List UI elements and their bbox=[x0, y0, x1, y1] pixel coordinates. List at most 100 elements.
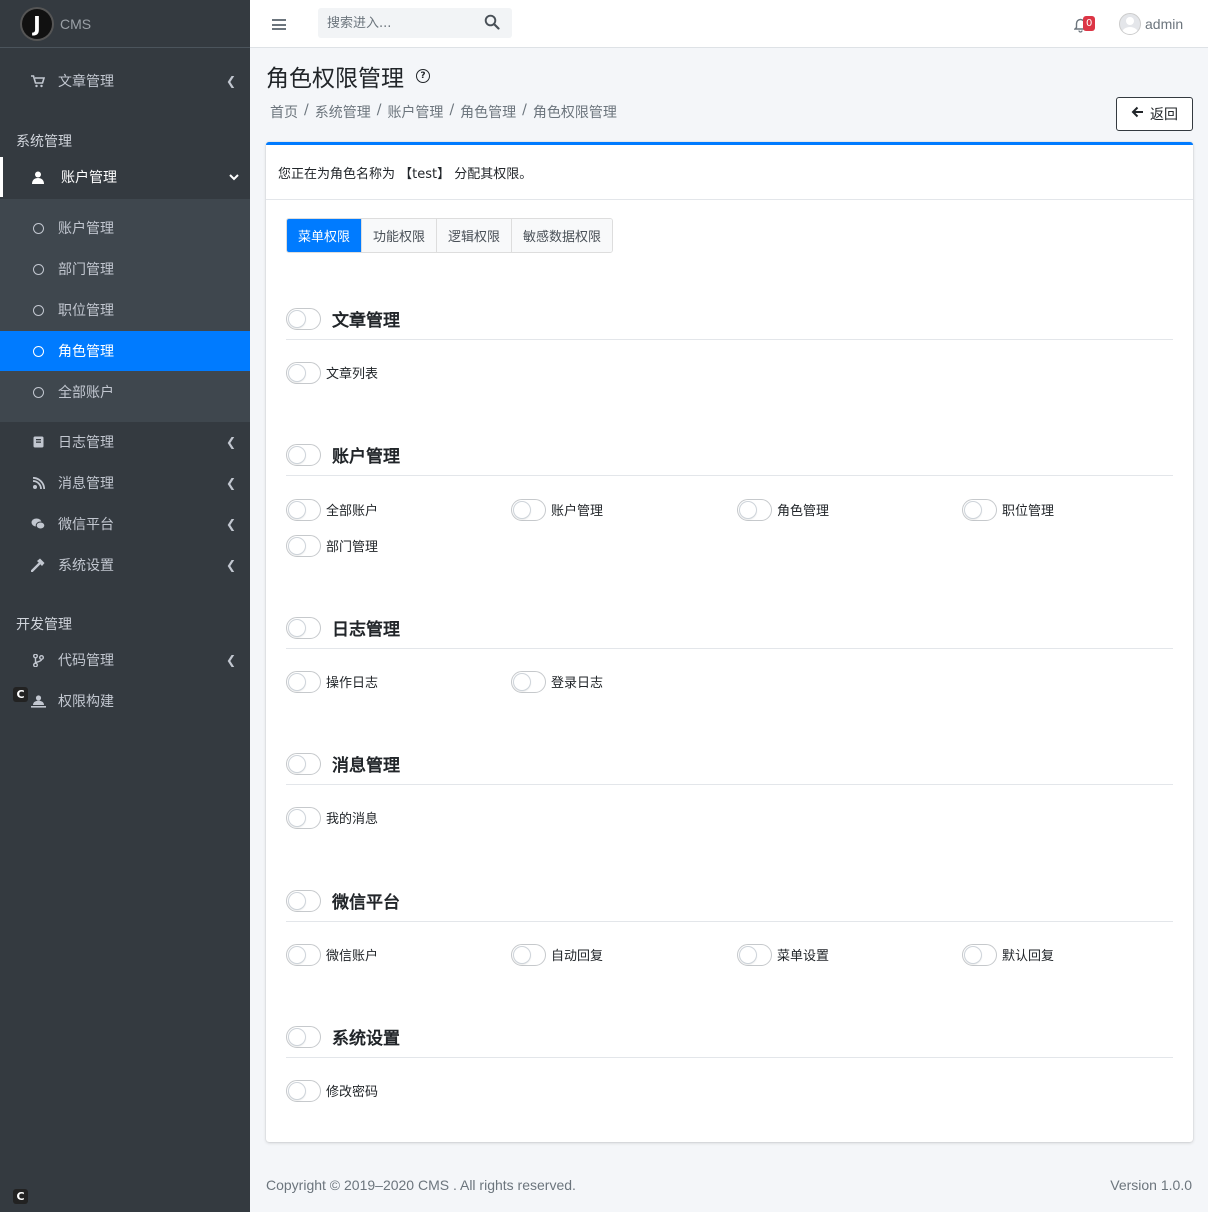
group-toggle[interactable] bbox=[286, 617, 321, 639]
item-label: 默认回复 bbox=[1002, 949, 1055, 964]
sidebar-header-dev: 开发管理 bbox=[16, 617, 72, 633]
group-divider bbox=[286, 339, 1173, 340]
item-toggle[interactable] bbox=[286, 499, 321, 521]
hamburger-menu-icon[interactable] bbox=[272, 19, 286, 30]
group-toggle[interactable] bbox=[286, 753, 321, 775]
sidebar: J CMS 文章管理 ❮ 系统管理 账户管理 账户管理 部门管理 职位管理 角色… bbox=[0, 0, 250, 1212]
group-title: 文章管理 bbox=[332, 311, 400, 331]
sidebar-item-label: 微信平台 bbox=[58, 517, 114, 533]
question-circle-icon[interactable]: ? bbox=[416, 69, 430, 83]
item-toggle[interactable] bbox=[286, 535, 321, 557]
item-toggle[interactable] bbox=[511, 944, 546, 966]
broadcast-icon bbox=[30, 475, 46, 491]
item-label: 职位管理 bbox=[1002, 504, 1055, 519]
group-toggle[interactable] bbox=[286, 890, 321, 912]
sidebar-item-log[interactable]: 日志管理 ❮ bbox=[0, 422, 250, 462]
search-box bbox=[318, 8, 512, 38]
brand-link[interactable]: J CMS bbox=[0, 0, 250, 48]
sidebar-item-settings[interactable]: 系统设置 ❮ bbox=[0, 545, 250, 585]
notification-count-badge: 0 bbox=[1083, 16, 1096, 31]
sidebar-header-system: 系统管理 bbox=[16, 134, 72, 150]
sidebar-item-label: 消息管理 bbox=[58, 476, 114, 492]
search-icon[interactable] bbox=[484, 14, 502, 32]
item-toggle[interactable] bbox=[737, 499, 772, 521]
brand-logo: J bbox=[22, 8, 52, 39]
group-divider bbox=[286, 648, 1173, 649]
sidebar-subitem-position[interactable]: 职位管理 bbox=[0, 290, 250, 330]
tab-menu-permission[interactable]: 菜单权限 bbox=[287, 219, 362, 252]
sidebar-item-article[interactable]: 文章管理 ❮ bbox=[0, 61, 250, 101]
tab-function-permission[interactable]: 功能权限 bbox=[361, 219, 437, 252]
group-toggle[interactable] bbox=[286, 308, 321, 330]
circle-icon bbox=[30, 220, 46, 236]
user-name: admin bbox=[1145, 16, 1184, 32]
user-cog-icon bbox=[30, 693, 46, 709]
sidebar-item-label: 部门管理 bbox=[58, 262, 114, 278]
breadcrumb-separator: / bbox=[522, 102, 527, 118]
item-label: 全部账户 bbox=[326, 504, 379, 519]
overlay-c-badge[interactable]: C bbox=[13, 1189, 28, 1204]
breadcrumb: 首页 / 系统管理 / 账户管理 / 角色管理 / 角色权限管理 bbox=[270, 102, 617, 122]
sidebar-item-account[interactable]: 账户管理 bbox=[0, 157, 250, 197]
back-button[interactable]: 返回 bbox=[1116, 97, 1193, 131]
item-toggle[interactable] bbox=[511, 499, 546, 521]
avatar bbox=[1119, 13, 1141, 35]
search-input[interactable] bbox=[318, 8, 478, 38]
sidebar-item-label: 日志管理 bbox=[58, 435, 114, 451]
sidebar-item-message[interactable]: 消息管理 ❮ bbox=[0, 463, 250, 503]
sidebar-item-label: 代码管理 bbox=[58, 653, 114, 669]
circle-icon bbox=[30, 261, 46, 277]
tab-sensitive-data-permission[interactable]: 敏感数据权限 bbox=[511, 219, 613, 252]
item-toggle[interactable] bbox=[286, 807, 321, 829]
breadcrumb-item-home[interactable]: 首页 bbox=[270, 102, 298, 122]
breadcrumb-item-current: 角色权限管理 bbox=[532, 105, 617, 121]
breadcrumb-item[interactable]: 账户管理 bbox=[387, 102, 443, 122]
group-divider bbox=[286, 475, 1173, 476]
user-icon bbox=[30, 169, 46, 185]
group-title: 日志管理 bbox=[332, 620, 400, 640]
group-divider bbox=[286, 1057, 1173, 1058]
chevron-left-icon: ❮ bbox=[226, 74, 237, 88]
sidebar-subitem-role[interactable]: 角色管理 bbox=[0, 331, 250, 371]
item-toggle[interactable] bbox=[286, 1080, 321, 1102]
item-toggle[interactable] bbox=[286, 944, 321, 966]
item-toggle[interactable] bbox=[962, 944, 997, 966]
overlay-c-badge[interactable]: C bbox=[13, 687, 28, 702]
breadcrumb-item[interactable]: 角色管理 bbox=[460, 102, 516, 122]
hammer-icon bbox=[30, 557, 46, 573]
breadcrumb-item[interactable]: 系统管理 bbox=[315, 102, 371, 122]
brand-text: CMS bbox=[60, 15, 92, 32]
breadcrumb-separator: / bbox=[449, 102, 455, 118]
footer-version: Version 1.0.0 bbox=[1110, 1177, 1192, 1193]
sidebar-item-perm-build[interactable]: 权限构建 bbox=[0, 681, 250, 721]
item-toggle[interactable] bbox=[286, 362, 321, 384]
chevron-left-icon: ❮ bbox=[226, 653, 237, 667]
footer: Copyright © 2019–2020 CMS . All rights r… bbox=[266, 1177, 1192, 1193]
book-icon bbox=[30, 434, 46, 450]
group-toggle[interactable] bbox=[286, 444, 321, 466]
sidebar-subitem-account[interactable]: 账户管理 bbox=[0, 208, 250, 248]
tab-logic-permission[interactable]: 逻辑权限 bbox=[436, 219, 512, 252]
breadcrumb-separator: / bbox=[376, 102, 382, 118]
sidebar-subitem-department[interactable]: 部门管理 bbox=[0, 249, 250, 289]
item-toggle[interactable] bbox=[737, 944, 772, 966]
item-toggle[interactable] bbox=[511, 671, 546, 693]
item-label: 账户管理 bbox=[551, 504, 604, 519]
item-label: 登录日志 bbox=[551, 676, 604, 691]
item-toggle[interactable] bbox=[962, 499, 997, 521]
permission-card: 您正在为角色名称为 【test】 分配其权限。 菜单权限 功能权限 逻辑权限 敏… bbox=[266, 142, 1193, 1142]
group-divider bbox=[286, 921, 1173, 922]
group-title: 账户管理 bbox=[332, 447, 400, 467]
chevron-left-icon: ❮ bbox=[226, 517, 237, 531]
user-menu[interactable]: admin bbox=[1119, 13, 1183, 35]
code-branch-icon bbox=[30, 652, 46, 668]
item-label: 自动回复 bbox=[551, 949, 604, 964]
group-toggle[interactable] bbox=[286, 1026, 321, 1048]
sidebar-item-wechat[interactable]: 微信平台 ❮ bbox=[0, 504, 250, 544]
card-header: 您正在为角色名称为 【test】 分配其权限。 bbox=[266, 145, 1193, 200]
group-divider bbox=[286, 784, 1173, 785]
item-toggle[interactable] bbox=[286, 671, 321, 693]
circle-icon bbox=[30, 343, 46, 359]
sidebar-subitem-all-accounts[interactable]: 全部账户 bbox=[0, 372, 250, 412]
sidebar-item-code[interactable]: 代码管理 ❮ bbox=[0, 640, 250, 680]
